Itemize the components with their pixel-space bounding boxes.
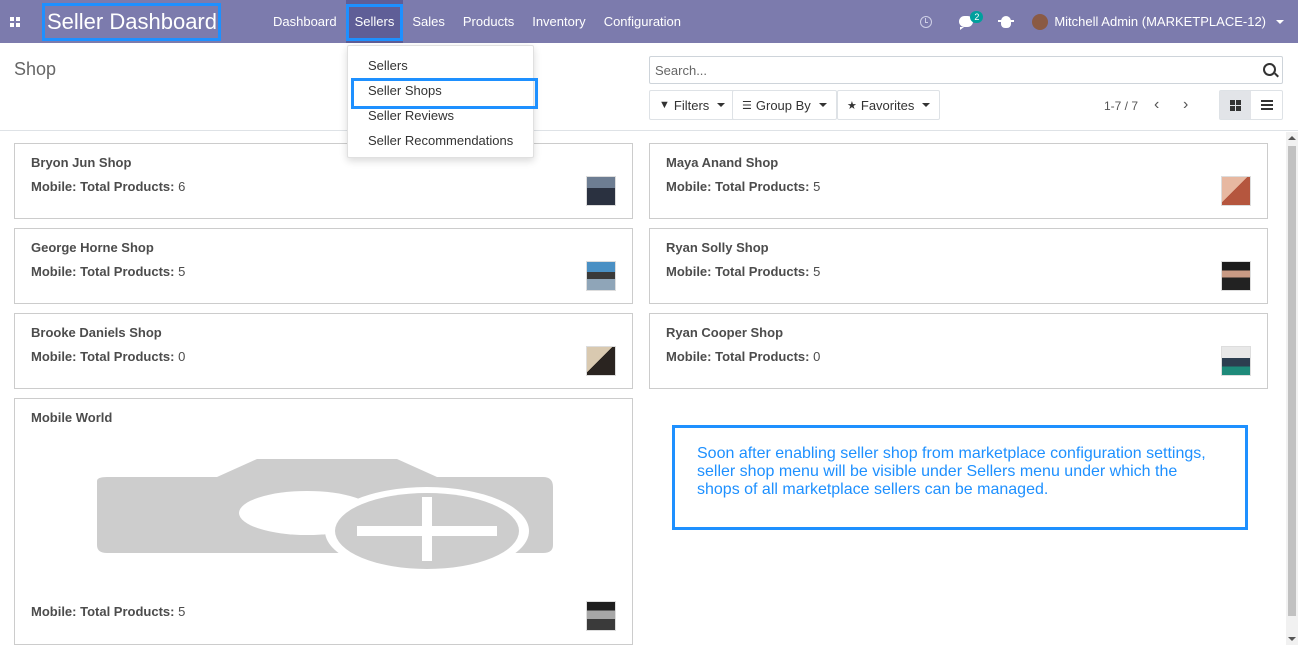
menu-inventory[interactable]: Inventory (523, 0, 594, 43)
menu-products[interactable]: Products (454, 0, 523, 43)
shop-card[interactable]: Brooke Daniels Shop Mobile: Total Produc… (14, 313, 633, 389)
user-menu[interactable]: Mitchell Admin (MARKETPLACE-12) (1032, 13, 1284, 30)
filter-icon: ▼ (659, 99, 670, 111)
dropdown-item-seller-recommendations[interactable]: Seller Recommendations (348, 128, 533, 153)
pager-previous-icon[interactable]: ‹ (1154, 97, 1159, 113)
products-label: Mobile: Total Products: (31, 349, 175, 364)
shop-products-line: Mobile: Total Products: 6 (31, 179, 185, 194)
systray: 2 Mitchell Admin (MARKETPLACE-12) (906, 0, 1284, 43)
shop-name: Maya Anand Shop (666, 155, 779, 170)
products-count: 5 (178, 604, 186, 619)
user-name: Mitchell Admin (MARKETPLACE-12) (1054, 14, 1266, 29)
sellers-dropdown: Sellers Seller Shops Seller Reviews Sell… (347, 45, 538, 158)
pager-value[interactable]: 1-7 / 7 (1104, 99, 1138, 113)
chevron-down-icon (922, 103, 931, 107)
shop-name: George Horne Shop (31, 240, 154, 255)
control-panel: Shop ▼ Filters ☰ Group By ★ Favorites 1-… (0, 43, 1298, 131)
shop-products-line: Mobile: Total Products: 5 (31, 604, 185, 619)
view-switcher (1219, 90, 1283, 120)
dropdown-item-sellers[interactable]: Sellers (348, 53, 533, 78)
shop-name: Ryan Cooper Shop (666, 325, 784, 340)
activity-clock-icon[interactable] (906, 0, 946, 43)
products-count: 0 (813, 349, 821, 364)
seller-avatar (1221, 346, 1251, 376)
dropdown-item-seller-reviews[interactable]: Seller Reviews (348, 103, 533, 128)
shop-products-line: Mobile: Total Products: 0 (666, 349, 820, 364)
menu-dashboard[interactable]: Dashboard (264, 0, 346, 43)
shop-card[interactable]: Maya Anand Shop Mobile: Total Products: … (649, 143, 1268, 219)
shop-products-line: Mobile: Total Products: 5 (31, 264, 185, 279)
kanban-view-icon[interactable] (1220, 91, 1251, 119)
scroll-thumb[interactable] (1288, 146, 1296, 616)
user-avatar (1032, 13, 1049, 30)
shop-name: Mobile World (31, 410, 113, 425)
favorites-label: Favorites (860, 97, 915, 113)
search-icon[interactable] (1263, 63, 1276, 76)
breadcrumb: Shop (14, 59, 57, 79)
seller-avatar (586, 346, 616, 376)
annotation-note: Soon after enabling seller shop from mar… (672, 425, 1248, 530)
products-count: 5 (178, 264, 186, 279)
menu-sellers[interactable]: Sellers (345, 0, 404, 43)
filters-button[interactable]: ▼ Filters (649, 90, 736, 120)
dropdown-item-seller-shops[interactable]: Seller Shops (348, 78, 538, 109)
favorites-button[interactable]: ★ Favorites (837, 90, 941, 120)
products-label: Mobile: Total Products: (666, 264, 810, 279)
seller-avatar (586, 176, 616, 206)
shop-name: Brooke Daniels Shop (31, 325, 162, 340)
shop-products-line: Mobile: Total Products: 5 (666, 264, 820, 279)
scroll-up-icon[interactable] (1288, 136, 1296, 140)
products-count: 5 (813, 179, 821, 194)
chevron-down-icon (818, 103, 827, 107)
chevron-down-icon (1276, 19, 1284, 24)
seller-avatar (586, 601, 616, 631)
shop-card[interactable]: George Horne Shop Mobile: Total Products… (14, 228, 633, 304)
apps-menu-icon[interactable] (0, 0, 30, 43)
app-brand-title[interactable]: Seller Dashboard (42, 3, 221, 41)
main-menu: Dashboard Sellers Sales Products Invento… (264, 0, 690, 43)
chat-badge: 2 (970, 11, 984, 23)
shop-card[interactable]: Bryon Jun Shop Mobile: Total Products: 6 (14, 143, 633, 219)
products-label: Mobile: Total Products: (31, 264, 175, 279)
search-box (649, 56, 1283, 84)
debug-bug-icon[interactable] (986, 0, 1026, 43)
products-label: Mobile: Total Products: (31, 604, 175, 619)
shop-card[interactable]: Mobile World Mobile: Total Products: 5 (14, 398, 633, 645)
shop-name: Bryon Jun Shop (31, 155, 132, 170)
products-label: Mobile: Total Products: (666, 179, 810, 194)
top-navbar: Seller Dashboard Dashboard Sellers Sales… (0, 0, 1298, 43)
shop-products-line: Mobile: Total Products: 0 (31, 349, 185, 364)
filters-label: Filters (673, 97, 710, 113)
groupby-label: Group By (755, 97, 811, 113)
menu-configuration[interactable]: Configuration (595, 0, 690, 43)
scrollbar[interactable] (1286, 132, 1298, 645)
chat-icon[interactable]: 2 (946, 0, 986, 43)
camera-placeholder-icon (97, 459, 553, 575)
seller-avatar (586, 261, 616, 291)
chevron-down-icon (717, 103, 726, 107)
shop-card[interactable]: Ryan Solly Shop Mobile: Total Products: … (649, 228, 1268, 304)
products-count: 6 (178, 179, 186, 194)
products-label: Mobile: Total Products: (31, 179, 175, 194)
seller-avatar (1221, 176, 1251, 206)
search-input[interactable] (650, 57, 1250, 83)
menu-sales[interactable]: Sales (403, 0, 454, 43)
products-label: Mobile: Total Products: (666, 349, 810, 364)
scroll-down-icon[interactable] (1288, 637, 1296, 641)
products-count: 5 (813, 264, 821, 279)
pager-next-icon[interactable]: › (1183, 97, 1188, 113)
seller-avatar (1221, 261, 1251, 291)
list-view-icon[interactable] (1251, 91, 1282, 119)
list-bars-icon: ☰ (742, 99, 752, 112)
groupby-button[interactable]: ☰ Group By (732, 90, 837, 120)
shop-products-line: Mobile: Total Products: 5 (666, 179, 820, 194)
shop-name: Ryan Solly Shop (666, 240, 769, 255)
products-count: 0 (178, 349, 186, 364)
shop-card[interactable]: Ryan Cooper Shop Mobile: Total Products:… (649, 313, 1268, 389)
star-icon: ★ (847, 99, 857, 112)
